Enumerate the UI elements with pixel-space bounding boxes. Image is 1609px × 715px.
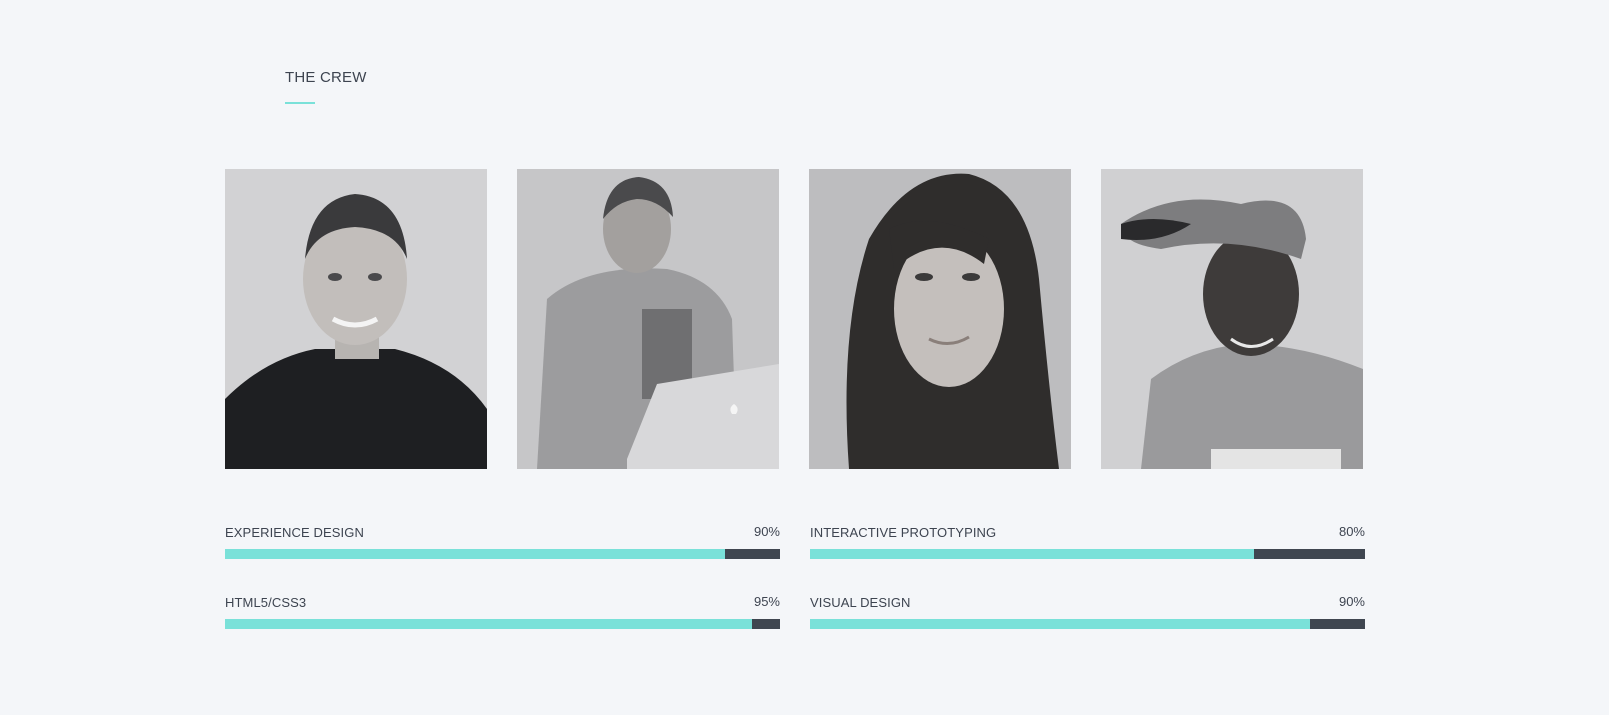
skill-label: EXPERIENCE DESIGN [225, 525, 364, 540]
skill-experience-design: EXPERIENCE DESIGN 90% [225, 522, 780, 562]
woman-long-hair-photo [809, 169, 1071, 469]
skill-percent: 95% [753, 594, 780, 609]
skill-progress-fill [810, 549, 1254, 559]
skill-label: VISUAL DESIGN [810, 595, 911, 610]
skill-percent: 90% [1338, 594, 1365, 609]
skill-percent: 90% [753, 524, 780, 539]
skill-progress-fill [225, 549, 725, 559]
skill-label: HTML5/CSS3 [225, 595, 307, 610]
skill-interactive-prototyping: INTERACTIVE PROTOTYPING 80% [810, 522, 1365, 562]
skills-section: EXPERIENCE DESIGN 90% INTERACTIVE PROTOT… [225, 522, 1365, 632]
crew-photo-2[interactable] [517, 169, 779, 469]
skill-progress-fill [225, 619, 753, 629]
crew-photo-1[interactable] [225, 169, 487, 469]
crew-gallery [225, 169, 1365, 469]
man-laptop-photo [517, 169, 779, 469]
section-title: THE CREW [285, 69, 367, 86]
skill-progress-fill [810, 619, 1310, 629]
skill-html5-css3: HTML5/CSS3 95% [225, 592, 780, 632]
crew-photo-4[interactable] [1101, 169, 1363, 469]
skill-progress-track [810, 619, 1365, 629]
man-cap-photo [1101, 169, 1363, 469]
skill-progress-track [225, 619, 780, 629]
title-underline [285, 102, 315, 104]
crew-photo-3[interactable] [809, 169, 1071, 469]
skill-progress-track [225, 549, 780, 559]
skill-percent: 80% [1338, 524, 1365, 539]
skill-visual-design: VISUAL DESIGN 90% [810, 592, 1365, 632]
skill-progress-track [810, 549, 1365, 559]
man-black-tshirt-photo [225, 169, 487, 469]
skill-label: INTERACTIVE PROTOTYPING [810, 525, 997, 540]
